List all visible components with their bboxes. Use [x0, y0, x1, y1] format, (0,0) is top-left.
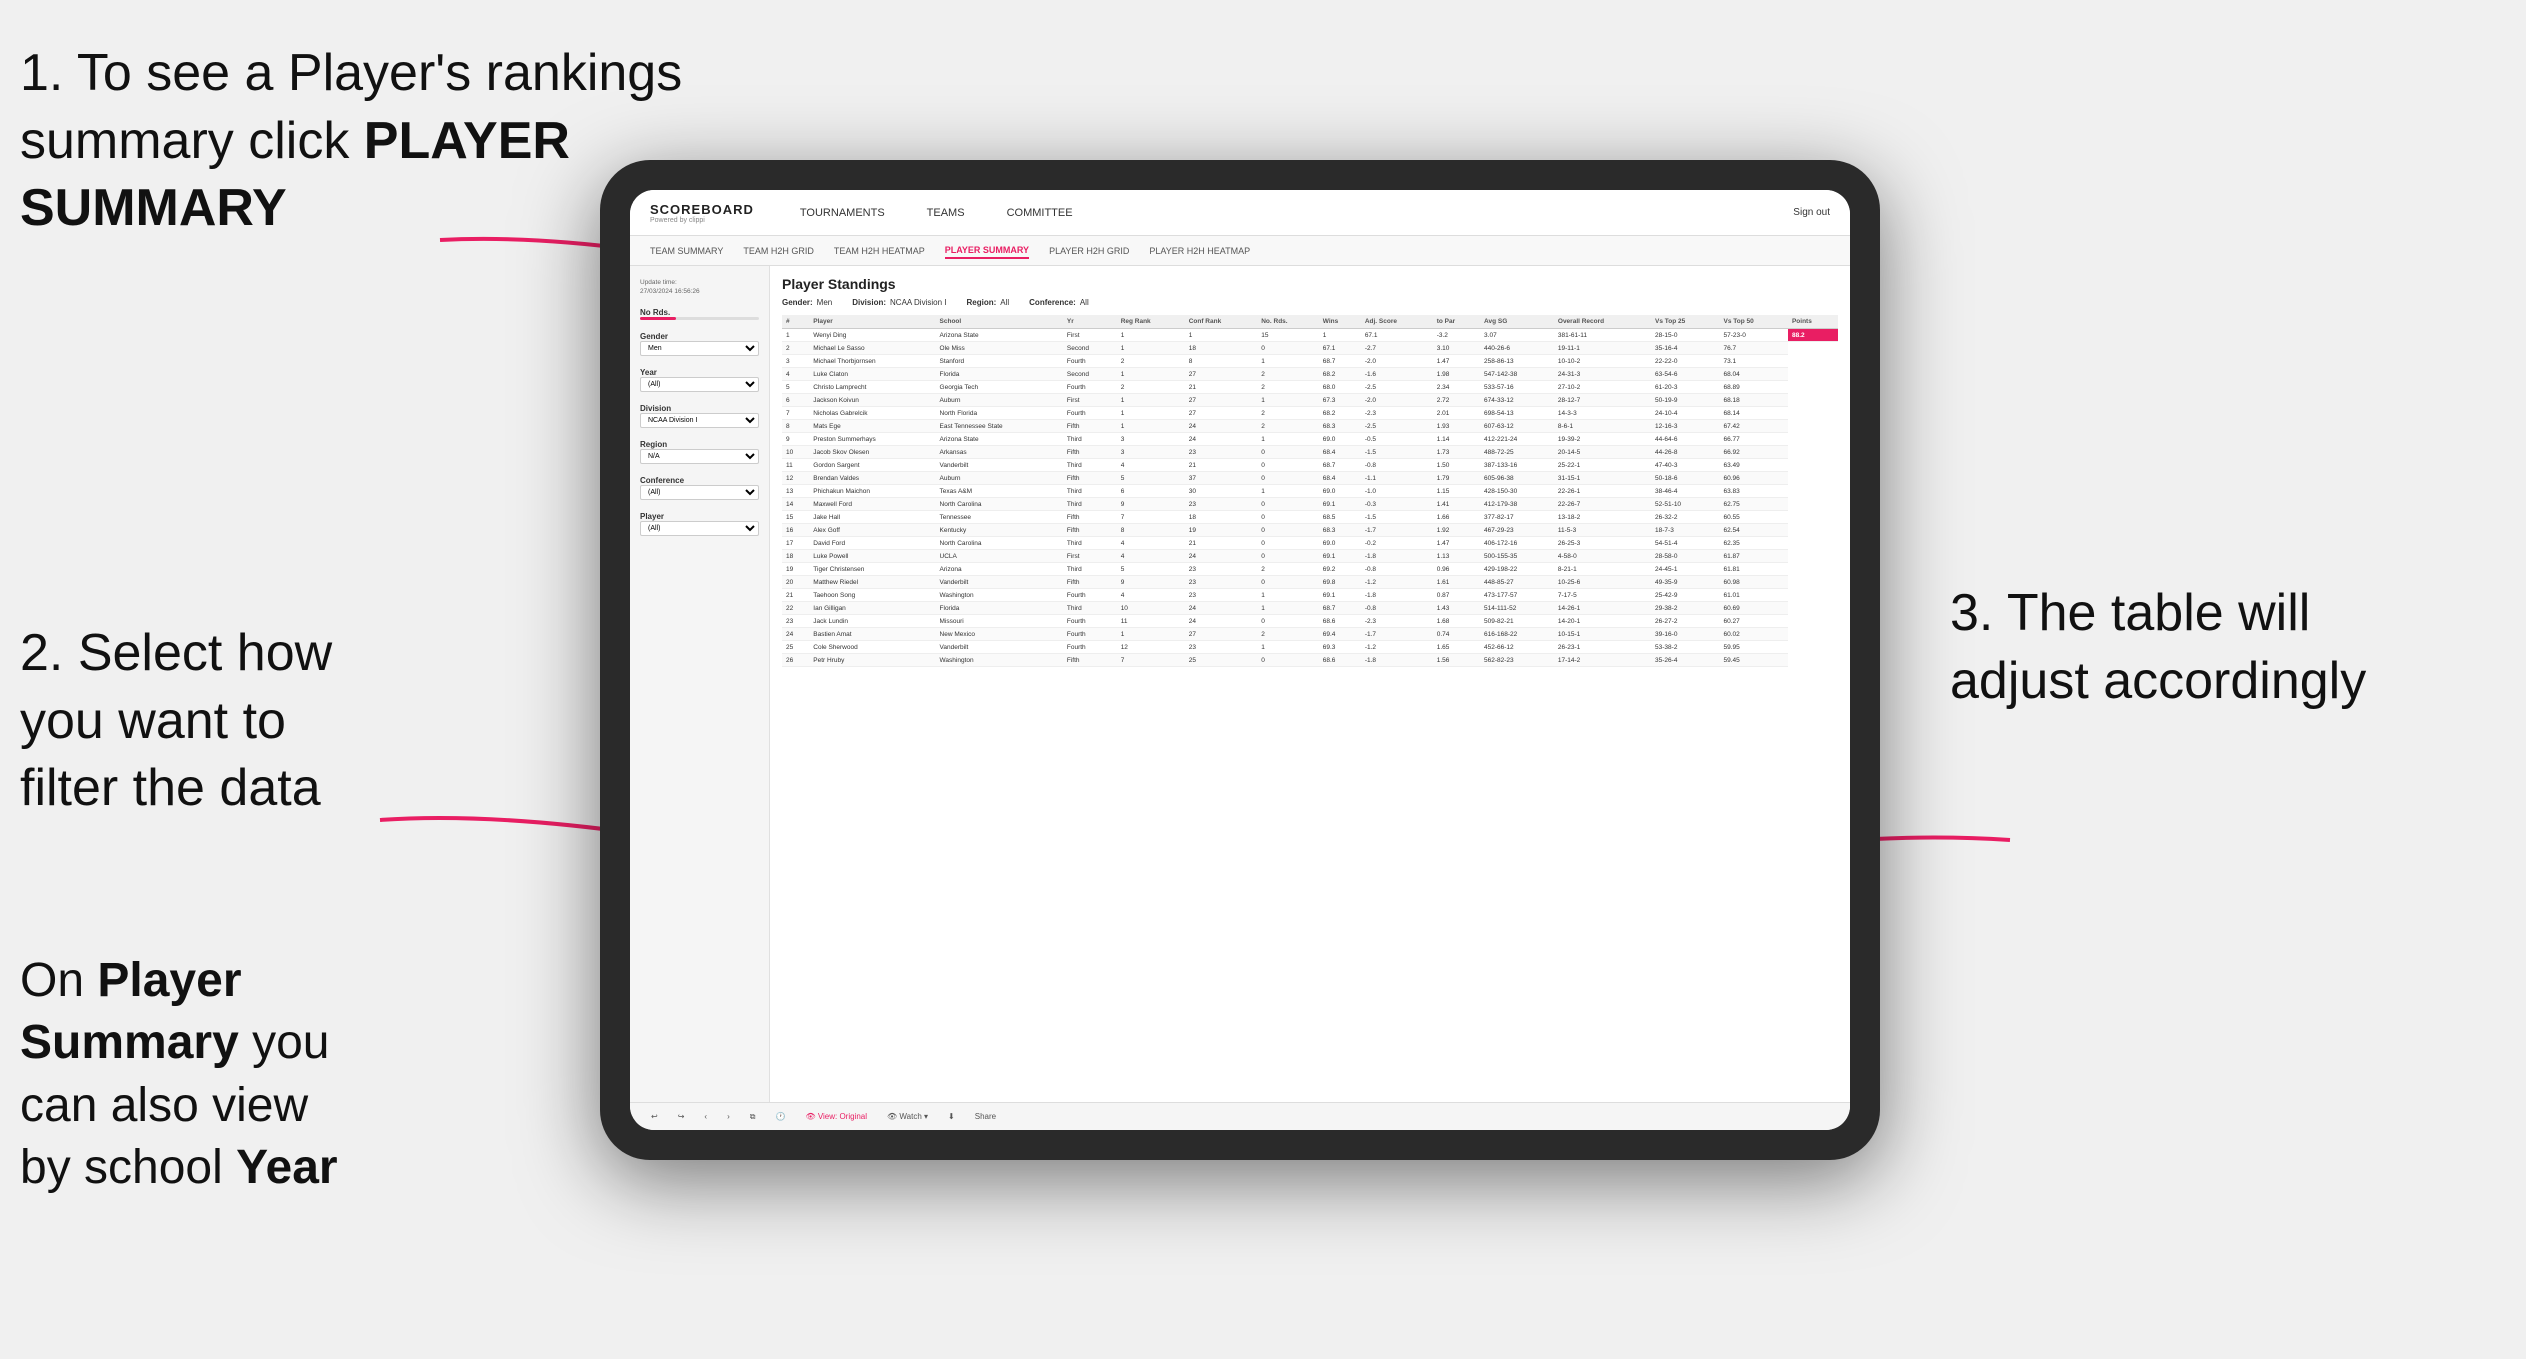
- table-row: 6Jackson KoivunAuburnFirst127167.3-2.02.…: [782, 394, 1838, 407]
- table-row: 16Alex GoffKentuckyFifth819068.3-1.71.92…: [782, 524, 1838, 537]
- header-filters-row: Gender: Men Division: NCAA Division I Re…: [782, 298, 1838, 307]
- table-row: 13Phichakun MaichonTexas A&MThird630169.…: [782, 485, 1838, 498]
- annotation-3: 3. The table will adjust accordingly: [1950, 580, 2510, 715]
- copy-btn[interactable]: ⧉: [745, 1110, 761, 1124]
- table-header-row: # Player School Yr Reg Rank Conf Rank No…: [782, 315, 1838, 329]
- main-content: Update time: 27/03/2024 16:56:26 No Rds.…: [630, 266, 1850, 1102]
- redo-btn[interactable]: ↪: [673, 1110, 690, 1123]
- sub-nav-player-h2h-heatmap[interactable]: PLAYER H2H HEATMAP: [1149, 244, 1250, 258]
- share-btn[interactable]: Share: [970, 1110, 1001, 1123]
- nav-bar: SCOREBOARD Powered by clippi TOURNAMENTS…: [630, 190, 1850, 236]
- table-body: 1Wenyi DingArizona StateFirst1115167.1-3…: [782, 329, 1838, 667]
- table-row: 24Bastien AmatNew MexicoFourth127269.4-1…: [782, 628, 1838, 641]
- table-row: 18Luke PowellUCLAFirst424069.1-1.81.1350…: [782, 550, 1838, 563]
- logo-area: SCOREBOARD Powered by clippi: [650, 202, 754, 224]
- tablet: SCOREBOARD Powered by clippi TOURNAMENTS…: [600, 160, 1880, 1160]
- table-row: 20Matthew RiedelVanderbiltFifth923069.8-…: [782, 576, 1838, 589]
- region-label: Region: [640, 440, 759, 449]
- division-select[interactable]: NCAA Division I NCAA Division II NCAA Di…: [640, 413, 759, 428]
- sub-nav-team-summary[interactable]: TEAM SUMMARY: [650, 244, 723, 258]
- table-row: 17David FordNorth CarolinaThird421069.0-…: [782, 537, 1838, 550]
- tablet-screen: SCOREBOARD Powered by clippi TOURNAMENTS…: [630, 190, 1850, 1130]
- table-row: 8Mats EgeEast Tennessee StateFifth124268…: [782, 420, 1838, 433]
- no-rds-label: No Rds.: [640, 308, 759, 317]
- conference-label: Conference: [640, 476, 759, 485]
- sub-nav: TEAM SUMMARY TEAM H2H GRID TEAM H2H HEAT…: [630, 236, 1850, 266]
- table-row: 23Jack LundinMissouriFourth1124068.6-2.3…: [782, 615, 1838, 628]
- sub-nav-team-h2h-heatmap[interactable]: TEAM H2H HEATMAP: [834, 244, 925, 258]
- table-row: 15Jake HallTennesseeFifth718068.5-1.51.6…: [782, 511, 1838, 524]
- bottom-toolbar: ↩ ↪ ‹ › ⧉ 🕐 👁 View: Original 👁 Watch ▾ ⬇…: [630, 1102, 1850, 1130]
- table-row: 3Michael ThorbjornsenStanfordFourth28168…: [782, 355, 1838, 368]
- table-row: 4Luke ClatonFloridaSecond127268.2-1.61.9…: [782, 368, 1838, 381]
- sub-nav-player-h2h-grid[interactable]: PLAYER H2H GRID: [1049, 244, 1129, 258]
- table-title: Player Standings: [782, 276, 1838, 292]
- back-btn[interactable]: ‹: [699, 1110, 712, 1123]
- table-row: 1Wenyi DingArizona StateFirst1115167.1-3…: [782, 329, 1838, 342]
- forward-btn[interactable]: ›: [722, 1110, 735, 1123]
- table-row: 25Cole SherwoodVanderbiltFourth1223169.3…: [782, 641, 1838, 654]
- annotation-bottom: On PlayerSummary you can also view by sc…: [20, 950, 450, 1200]
- table-row: 21Taehoon SongWashingtonFourth423169.1-1…: [782, 589, 1838, 602]
- table-row: 14Maxwell FordNorth CarolinaThird923069.…: [782, 498, 1838, 511]
- table-row: 5Christo LamprechtGeorgia TechFourth2212…: [782, 381, 1838, 394]
- conference-select[interactable]: (All): [640, 485, 759, 500]
- nav-item-committee[interactable]: COMMITTEE: [1001, 203, 1079, 223]
- undo-btn[interactable]: ↩: [646, 1110, 663, 1123]
- division-label: Division: [640, 404, 759, 413]
- table-row: 2Michael Le SassoOle MissSecond118067.1-…: [782, 342, 1838, 355]
- table-row: 10Jacob Skov OlesenArkansasFifth323068.4…: [782, 446, 1838, 459]
- region-select[interactable]: N/A All: [640, 449, 759, 464]
- year-select[interactable]: (All) First Second Third Fourth Fifth: [640, 377, 759, 392]
- table-row: 11Gordon SargentVanderbiltThird421068.7-…: [782, 459, 1838, 472]
- gender-label: Gender: [640, 332, 759, 341]
- clock-btn[interactable]: 🕐: [770, 1110, 790, 1123]
- table-row: 9Preston SummerhaysArizona StateThird324…: [782, 433, 1838, 446]
- table-row: 7Nicholas GabrelcikNorth FloridaFourth12…: [782, 407, 1838, 420]
- table-row: 26Petr HrubyWashingtonFifth725068.6-1.81…: [782, 654, 1838, 667]
- player-label: Player: [640, 512, 759, 521]
- logo-text: SCOREBOARD: [650, 202, 754, 217]
- nav-item-teams[interactable]: TEAMS: [921, 203, 971, 223]
- annotation-2: 2. Select how you want to filter the dat…: [20, 620, 400, 823]
- no-rds-slider[interactable]: [640, 317, 759, 320]
- table-area: Player Standings Gender: Men Division: N…: [770, 266, 1850, 1102]
- year-label: Year: [640, 368, 759, 377]
- logo-sub: Powered by clippi: [650, 217, 754, 224]
- standings-table: # Player School Yr Reg Rank Conf Rank No…: [782, 315, 1838, 667]
- table-row: 12Brendan ValdesAuburnFifth537068.4-1.11…: [782, 472, 1838, 485]
- view-btn[interactable]: 👁 View: Original: [800, 1110, 872, 1123]
- sub-nav-player-summary[interactable]: PLAYER SUMMARY: [945, 243, 1029, 259]
- sign-in-link[interactable]: Sign out: [1793, 207, 1830, 218]
- export-btn[interactable]: ⬇: [943, 1110, 960, 1123]
- player-select[interactable]: (All): [640, 521, 759, 536]
- table-row: 19Tiger ChristensenArizonaThird523269.2-…: [782, 563, 1838, 576]
- table-row: 22Ian GilliganFloridaThird1024168.7-0.81…: [782, 602, 1838, 615]
- left-panel: Update time: 27/03/2024 16:56:26 No Rds.…: [630, 266, 770, 1102]
- sub-nav-team-h2h-grid[interactable]: TEAM H2H GRID: [743, 244, 814, 258]
- watch-btn[interactable]: 👁 Watch ▾: [882, 1110, 933, 1123]
- nav-item-tournaments[interactable]: TOURNAMENTS: [794, 203, 891, 223]
- gender-select[interactable]: Men Women: [640, 341, 759, 356]
- update-time: Update time: 27/03/2024 16:56:26: [640, 278, 759, 296]
